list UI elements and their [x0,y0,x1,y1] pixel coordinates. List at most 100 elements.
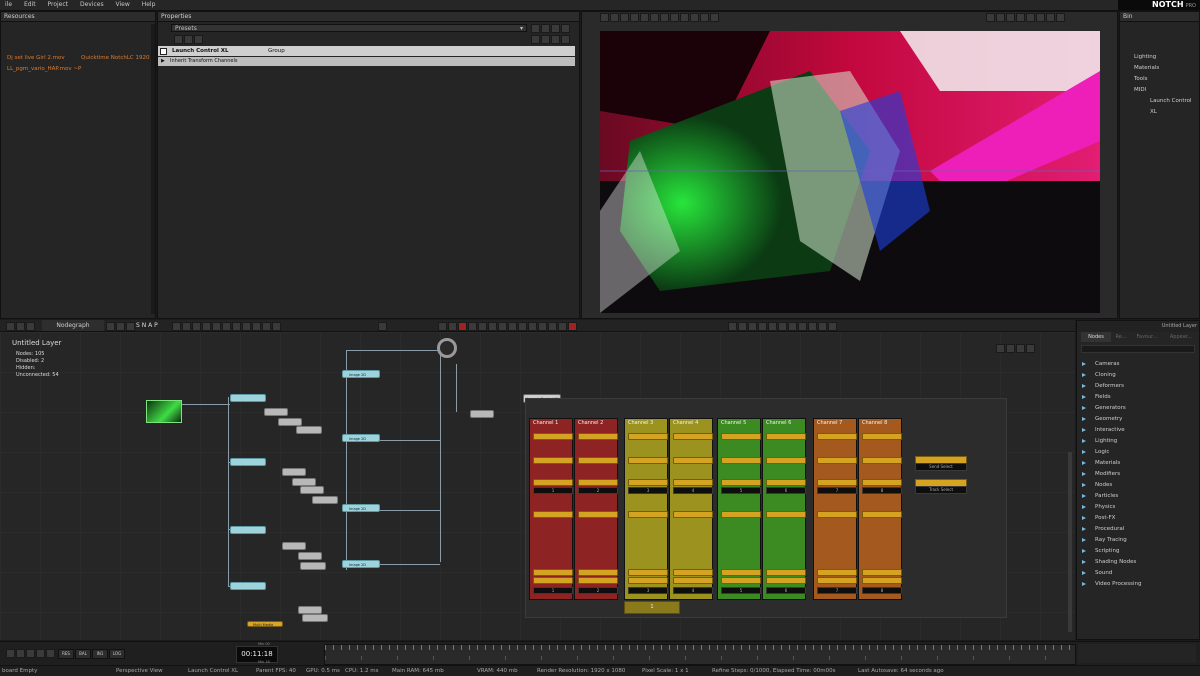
channel-knob[interactable] [533,577,573,584]
channel-knob[interactable] [578,577,618,584]
channel-knob[interactable] [628,457,668,464]
timeline-icon[interactable] [548,322,557,331]
audio-icon[interactable] [488,322,497,331]
resource-item-name[interactable]: LL_pgm_vario_HAP.mov ~P [7,66,81,72]
next-key-icon[interactable] [808,322,817,331]
channel-number-button[interactable]: 2 [578,587,618,594]
tab-favourites[interactable]: Favour... [1131,332,1163,342]
channel-number-button[interactable]: 3 [628,487,668,494]
menu-edit[interactable]: Edit [19,0,41,10]
select-icon[interactable] [600,13,609,22]
group-icon[interactable] [116,322,125,331]
nodegraph-scrollbar[interactable] [1068,452,1072,632]
graph-node[interactable] [264,408,288,416]
layers-icon[interactable] [538,322,547,331]
channel-knob[interactable] [578,569,618,576]
graph-node[interactable] [312,496,338,504]
channel-knob[interactable] [766,569,806,576]
settings-icon[interactable] [194,35,203,44]
move-icon[interactable] [996,344,1005,353]
image-2d-node[interactable]: Image 2D [342,370,380,378]
graph-node[interactable] [230,394,266,402]
copy-icon[interactable] [531,35,540,44]
fullscreen-icon[interactable] [1056,13,1065,22]
channel-knob[interactable] [817,569,857,576]
channel-number-button[interactable]: 6 [766,587,806,594]
send-select-button[interactable]: Send Select [915,463,967,471]
library-category-item[interactable]: Logic [1077,447,1200,458]
curve-icon[interactable] [16,649,25,658]
menu-devices[interactable]: Devices [75,0,109,10]
channel-knob[interactable] [578,479,618,486]
graph-node[interactable] [470,410,494,418]
channel-number-button[interactable]: 2 [578,487,618,494]
color-icon[interactable] [272,322,281,331]
track-select-button[interactable]: Track Select [915,486,967,494]
dopesheet-icon[interactable] [26,649,35,658]
selected-node-row[interactable]: Launch Control XL Group [158,46,575,56]
stop-icon[interactable] [768,322,777,331]
menu-help[interactable]: Help [137,0,161,10]
fit-icon[interactable] [1016,13,1025,22]
graph-node[interactable] [302,614,328,622]
expand-arrow-icon[interactable]: ▶ [161,57,165,66]
sort-icon[interactable] [531,24,540,33]
pin-icon[interactable] [16,322,25,331]
target-icon[interactable] [184,35,193,44]
library-category-item[interactable]: Sound [1077,568,1200,579]
channel-knob[interactable] [673,569,713,576]
channel-knob[interactable] [862,479,902,486]
channel-knob[interactable] [628,433,668,440]
orbit-icon[interactable] [1006,13,1015,22]
fit-icon[interactable] [1006,344,1015,353]
bank-button[interactable]: 1 [624,601,680,614]
library-category-item[interactable]: Geometry [1077,414,1200,425]
library-category-item[interactable]: Deformers [1077,381,1200,392]
stats-icon[interactable] [558,322,567,331]
loop-icon[interactable] [828,322,837,331]
view-icon[interactable] [710,13,719,22]
channel-number-button[interactable]: 3 [628,587,668,594]
library-category-item[interactable]: Particles [1077,491,1200,502]
channel-knob[interactable] [817,457,857,464]
channel-knob[interactable] [628,569,668,576]
channel-knob[interactable] [817,433,857,440]
remove-icon[interactable] [551,24,560,33]
lock-icon[interactable] [6,322,15,331]
graph-node[interactable] [230,458,266,466]
fast-forward-icon[interactable] [798,322,807,331]
channel-knob[interactable] [862,511,902,518]
monitor-icon[interactable] [478,322,487,331]
wireframe-icon[interactable] [690,13,699,22]
help-icon[interactable] [561,35,570,44]
library-category-item[interactable]: Ray Tracing [1077,535,1200,546]
snap-icon[interactable] [640,13,649,22]
graph-node[interactable] [298,606,322,614]
channel-knob[interactable] [862,577,902,584]
channel-knob[interactable] [721,577,761,584]
grid-icon[interactable] [650,13,659,22]
graph-node[interactable] [300,486,324,494]
close-icon[interactable] [561,24,570,33]
light-icon[interactable] [660,13,669,22]
marker-icon[interactable] [46,649,55,658]
inherit-transform-row[interactable]: ▶ Inherit Transform Channels [158,57,575,66]
multi-media-node[interactable]: Multi Media [247,621,283,627]
rotate-icon[interactable] [610,13,619,22]
res-button[interactable]: RES [58,649,74,659]
channel-knob[interactable] [766,433,806,440]
library-category-item[interactable]: Cameras [1077,359,1200,370]
record-icon[interactable] [458,322,467,331]
channel-number-button[interactable]: 8 [862,487,902,494]
library-category-item[interactable]: Lighting [1077,436,1200,447]
skip-end-icon[interactable] [818,322,827,331]
prev-key-icon[interactable] [738,322,747,331]
search-icon[interactable] [242,322,251,331]
image-2d-node[interactable]: Image 2D [342,560,380,568]
bin-item-midi[interactable]: MIDI [1120,85,1199,96]
zoom-in-icon[interactable] [1016,344,1025,353]
scale-icon[interactable] [630,13,639,22]
channel-knob[interactable] [766,577,806,584]
channel-knob[interactable] [533,433,573,440]
resources-scrollbar[interactable] [151,24,155,314]
